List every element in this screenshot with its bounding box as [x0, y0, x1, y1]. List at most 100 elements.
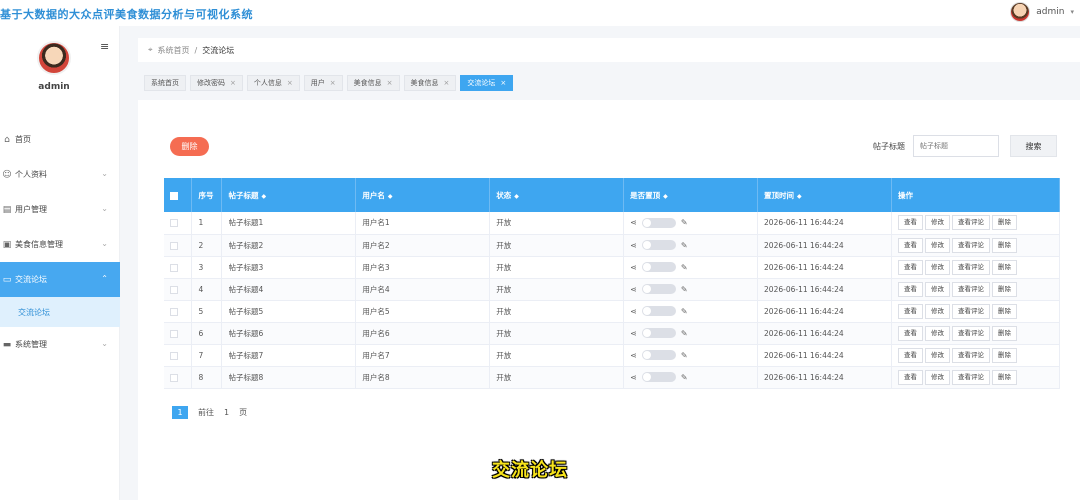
close-icon[interactable]: × — [330, 79, 336, 87]
action-button-2[interactable]: 查看评论 — [951, 325, 990, 341]
table-row[interactable]: 5 帖子标题5 用户名5 开放 ⋖ ✎ 2026-06-11 16:44:24 查看 修改 查看评… — [164, 300, 1061, 323]
col-pin-time[interactable]: 置顶时间 ◆ — [757, 178, 892, 212]
sidebar-item-food[interactable]: ▣ 美食信息管理 ⌄ — [0, 227, 120, 262]
action-button-0[interactable]: 查看 — [897, 281, 923, 297]
share-icon[interactable]: ⋖ — [630, 307, 637, 316]
edit-icon[interactable]: ✎ — [681, 218, 688, 227]
pin-toggle[interactable] — [641, 240, 676, 250]
action-button-2[interactable]: 查看评论 — [951, 347, 990, 363]
edit-icon[interactable]: ✎ — [681, 329, 688, 338]
tag-profile[interactable]: 个人信息 × — [246, 75, 300, 91]
sort-icon[interactable]: ◆ — [261, 193, 266, 200]
action-button-2[interactable]: 查看评论 — [951, 237, 990, 253]
edit-icon[interactable]: ✎ — [681, 285, 688, 294]
row-checkbox[interactable] — [170, 263, 178, 272]
share-icon[interactable]: ⋖ — [630, 218, 637, 227]
table-row[interactable]: 8 帖子标题8 用户名8 开放 ⋖ ✎ 2026-06-11 16:44:24 查看 修改 查看评… — [164, 366, 1061, 389]
pin-toggle[interactable] — [641, 328, 676, 338]
action-button-2[interactable]: 查看评论 — [951, 259, 990, 275]
close-icon[interactable]: × — [287, 79, 293, 87]
avatar[interactable] — [1010, 2, 1031, 22]
action-button-0[interactable]: 查看 — [897, 259, 923, 275]
action-button-2[interactable]: 查看评论 — [951, 281, 990, 297]
action-button-1[interactable]: 修改 — [924, 347, 950, 363]
action-button-1[interactable]: 修改 — [924, 215, 950, 231]
row-checkbox-cell[interactable] — [164, 234, 193, 257]
action-button-2[interactable]: 查看评论 — [951, 215, 990, 231]
sort-icon[interactable]: ◆ — [663, 193, 668, 200]
share-icon[interactable]: ⋖ — [630, 351, 637, 360]
action-button-1[interactable]: 修改 — [924, 237, 950, 253]
action-button-3[interactable]: 删除 — [991, 303, 1017, 319]
action-button-3[interactable]: 删除 — [991, 259, 1017, 275]
header-username[interactable]: admin — [1036, 7, 1064, 17]
table-row[interactable]: 7 帖子标题7 用户名7 开放 ⋖ ✎ 2026-06-11 16:44:24 查看 修改 查看评… — [164, 344, 1061, 367]
share-icon[interactable]: ⋖ — [630, 285, 637, 294]
share-icon[interactable]: ⋖ — [630, 241, 637, 250]
share-icon[interactable]: ⋖ — [630, 263, 637, 272]
close-icon[interactable]: × — [500, 79, 506, 87]
row-checkbox[interactable] — [170, 373, 178, 382]
user-menu[interactable]: admin ▾ — [1010, 2, 1074, 22]
row-checkbox[interactable] — [170, 219, 178, 228]
row-checkbox[interactable] — [170, 307, 178, 316]
row-checkbox-cell[interactable] — [164, 322, 193, 345]
edit-icon[interactable]: ✎ — [681, 263, 688, 272]
close-icon[interactable]: × — [387, 79, 393, 87]
col-user[interactable]: 用户名 ◆ — [355, 178, 491, 212]
col-pinned[interactable]: 是否置顶 ◆ — [623, 178, 759, 212]
row-checkbox[interactable] — [170, 285, 178, 294]
pin-toggle[interactable] — [641, 372, 676, 382]
pin-toggle[interactable] — [641, 350, 676, 360]
pin-toggle[interactable] — [641, 217, 676, 228]
col-title[interactable]: 帖子标题 ◆ — [221, 178, 357, 212]
select-all-checkbox[interactable] — [170, 191, 178, 200]
row-checkbox-cell[interactable] — [164, 344, 193, 367]
row-checkbox-cell[interactable] — [164, 300, 193, 323]
action-button-0[interactable]: 查看 — [897, 347, 923, 363]
sidebar-item-forum[interactable]: ▭ 交流论坛 ⌃ — [0, 262, 120, 297]
table-row[interactable]: 4 帖子标题4 用户名4 开放 ⋖ ✎ 2026-06-11 16:44:24 查看 修改 查看评… — [164, 278, 1061, 301]
action-button-3[interactable]: 删除 — [991, 215, 1017, 231]
edit-icon[interactable]: ✎ — [681, 241, 688, 250]
sidebar-subitem-forum[interactable]: 交流论坛 — [0, 297, 120, 327]
action-button-3[interactable]: 删除 — [991, 325, 1017, 341]
table-row[interactable]: 6 帖子标题6 用户名6 开放 ⋖ ✎ 2026-06-11 16:44:24 查看 修改 查看评… — [164, 322, 1061, 345]
tag-change-password[interactable]: 修改密码 × — [190, 75, 243, 91]
sidebar-item-users[interactable]: ▤ 用户管理 ⌄ — [0, 192, 120, 227]
search-input[interactable] — [913, 135, 999, 157]
goto-page-input[interactable]: 1 — [224, 408, 229, 417]
action-button-0[interactable]: 查看 — [897, 303, 923, 319]
action-button-1[interactable]: 修改 — [924, 303, 950, 319]
caret-down-icon[interactable]: ▾ — [1070, 8, 1074, 16]
row-checkbox-cell[interactable] — [164, 278, 193, 301]
table-row[interactable]: 3 帖子标题3 用户名3 开放 ⋖ ✎ 2026-06-11 16:44:24 查看 修改 查看评… — [164, 256, 1061, 279]
search-button[interactable]: 搜索 — [1010, 135, 1057, 157]
select-all-checkbox-cell[interactable] — [164, 178, 193, 212]
pin-toggle[interactable] — [641, 284, 676, 294]
sidebar-item-home[interactable]: ⌂ 首页 — [0, 122, 120, 157]
row-checkbox[interactable] — [170, 329, 178, 338]
tag-home[interactable]: 系统首页 — [144, 75, 186, 91]
tag-food-2[interactable]: 美食信息 × — [403, 75, 457, 91]
edit-icon[interactable]: ✎ — [681, 373, 688, 382]
action-button-2[interactable]: 查看评论 — [951, 369, 990, 385]
delete-button[interactable]: 删除 — [170, 137, 209, 156]
row-checkbox-cell[interactable] — [164, 212, 193, 235]
pin-toggle[interactable] — [641, 262, 676, 272]
share-icon[interactable]: ⋖ — [630, 373, 637, 382]
close-icon[interactable]: × — [444, 79, 450, 87]
action-button-1[interactable]: 修改 — [924, 259, 950, 275]
tag-food-1[interactable]: 美食信息 × — [346, 75, 400, 91]
breadcrumb-home[interactable]: 系统首页 — [158, 45, 190, 56]
row-checkbox[interactable] — [170, 351, 178, 360]
row-checkbox-cell[interactable] — [164, 256, 193, 279]
action-button-1[interactable]: 修改 — [924, 281, 950, 297]
table-row[interactable]: 1 帖子标题1 用户名1 开放 ⋖ ✎ 2026-06-11 16:44:24 查看 修改 查看评… — [164, 212, 1061, 235]
sort-icon[interactable]: ◆ — [797, 193, 802, 200]
edit-icon[interactable]: ✎ — [681, 351, 688, 360]
action-button-0[interactable]: 查看 — [897, 215, 923, 231]
tag-forum[interactable]: 交流论坛 × — [460, 75, 514, 91]
action-button-1[interactable]: 修改 — [924, 325, 950, 341]
sort-icon[interactable]: ◆ — [388, 193, 393, 200]
